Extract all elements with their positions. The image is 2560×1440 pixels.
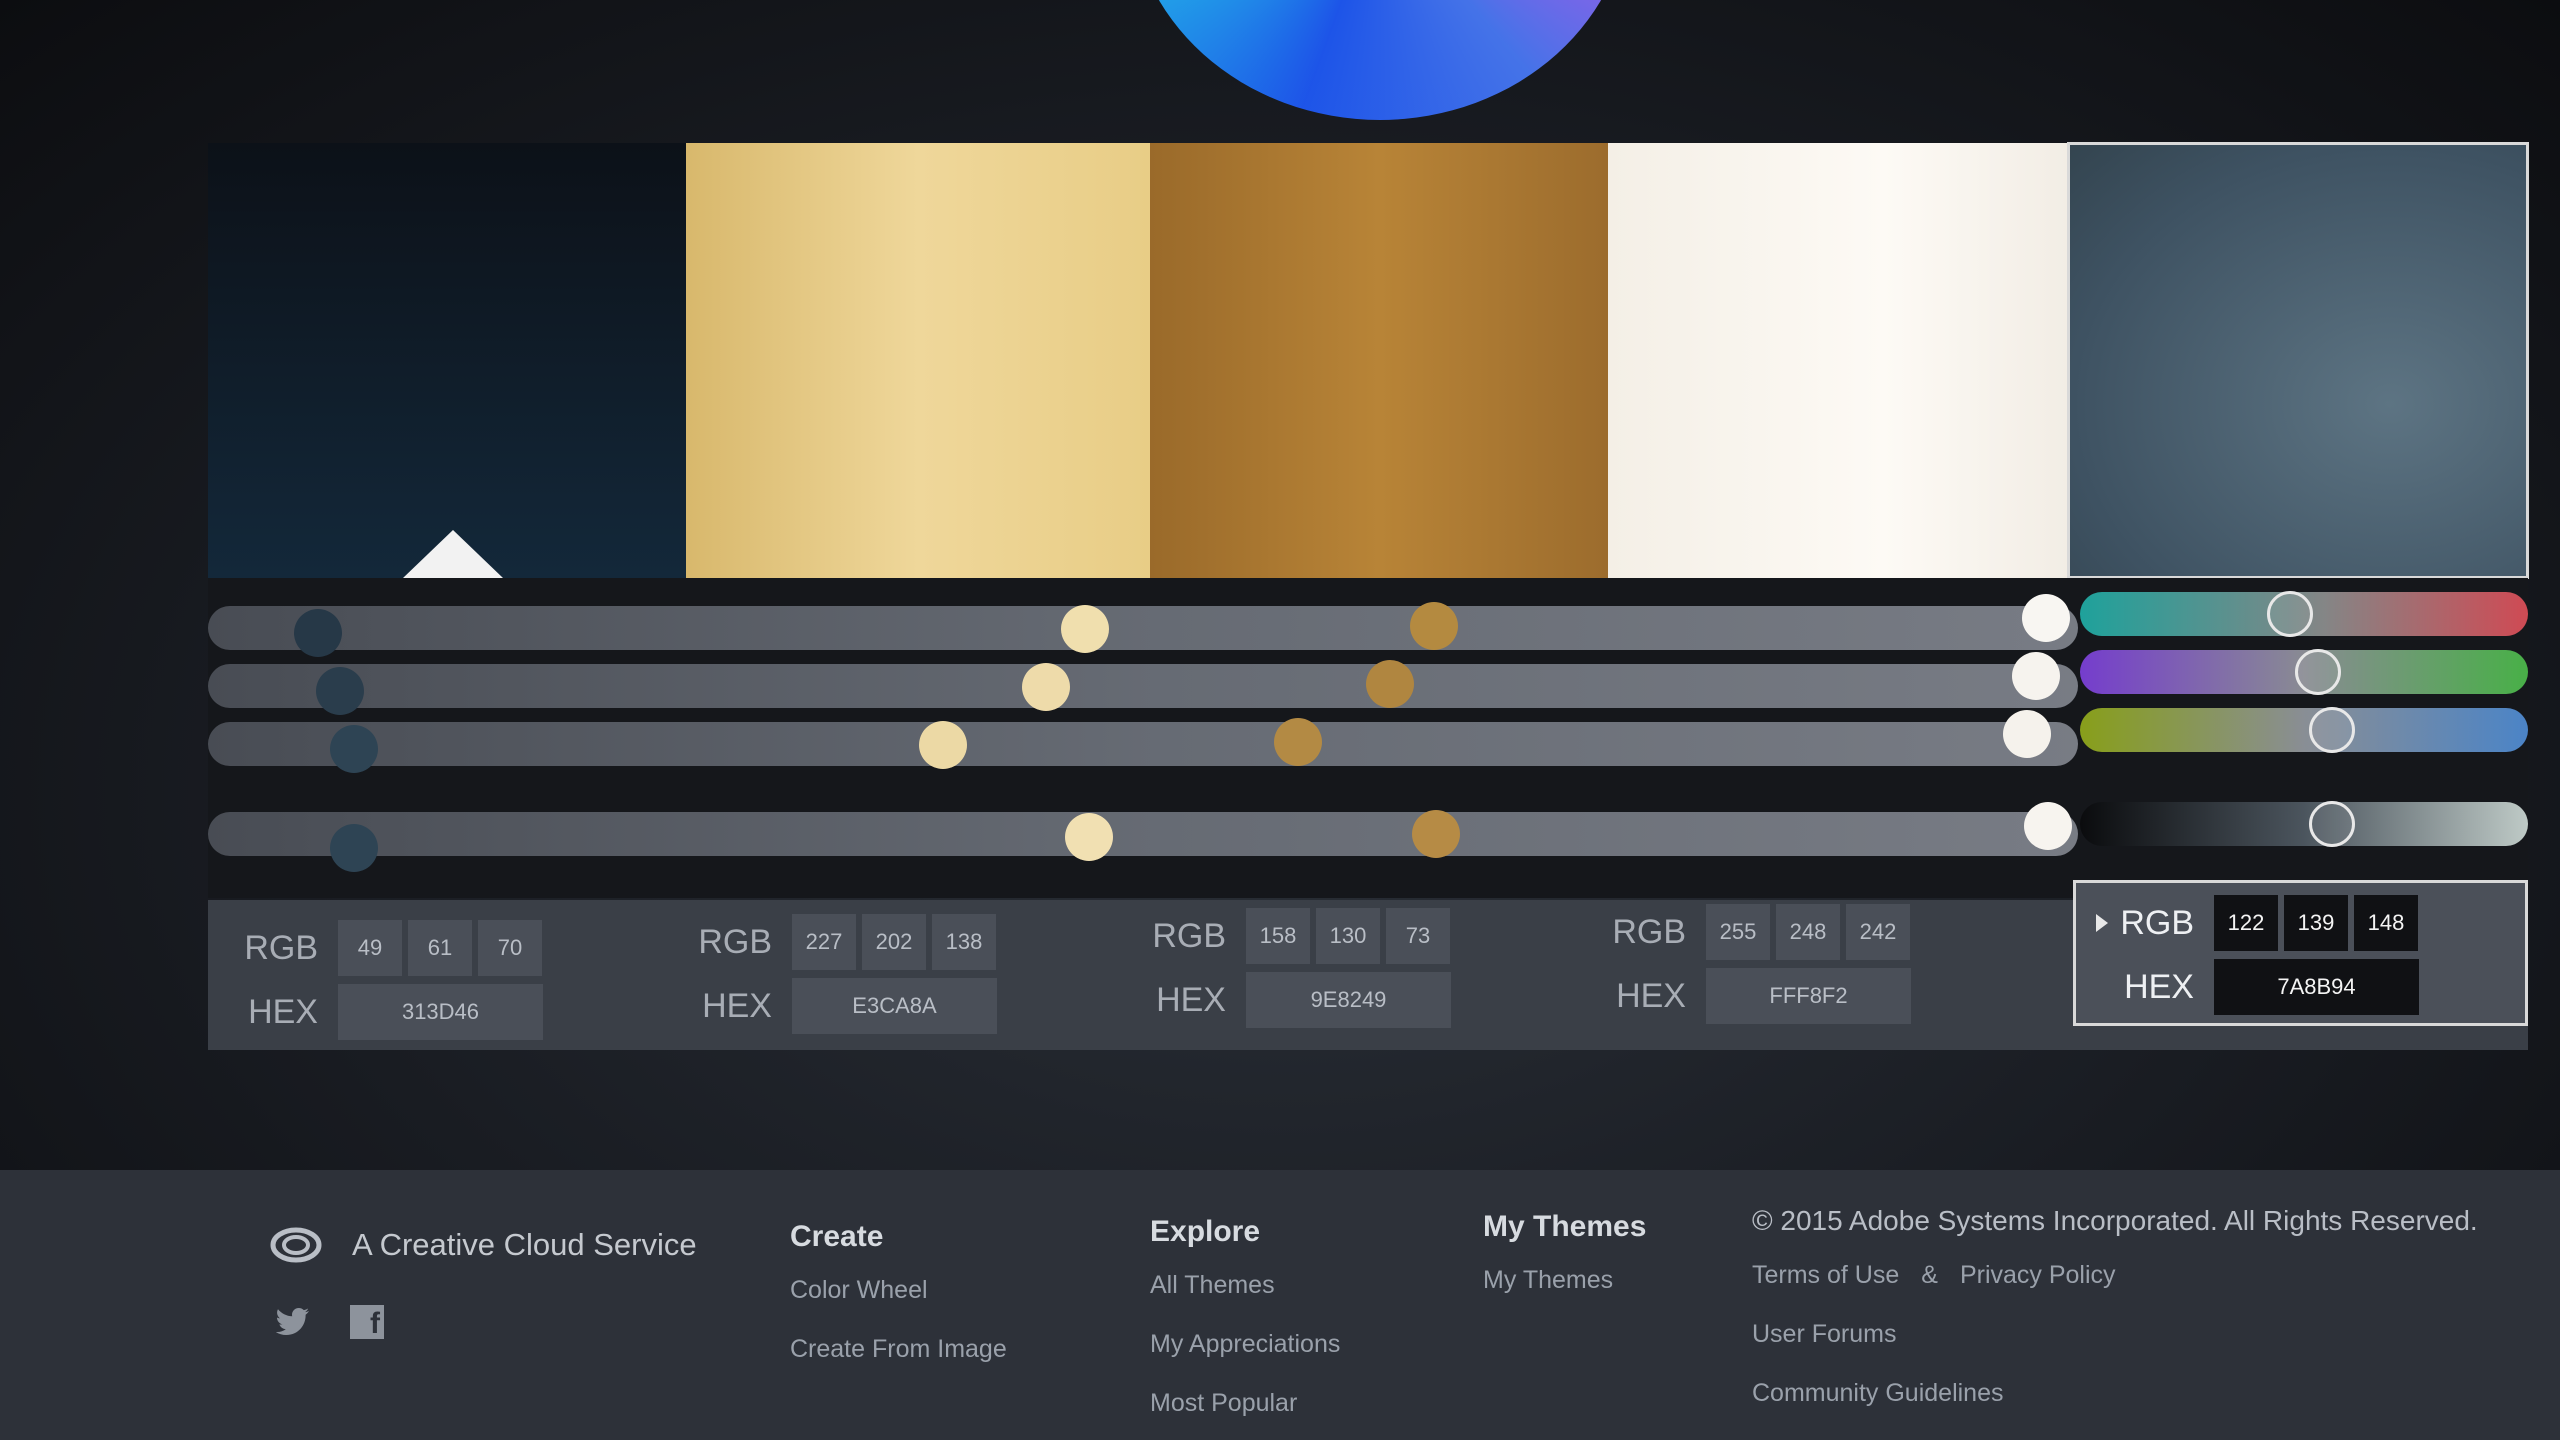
slider-track-b[interactable] (208, 722, 2078, 766)
link-terms-of-use[interactable]: Terms of Use (1752, 1261, 1899, 1290)
swatch-1[interactable] (208, 143, 686, 578)
footer-explore: Explore All Themes My Appreciations Most… (1150, 1215, 1340, 1440)
blue-value[interactable]: 148 (2354, 895, 2418, 951)
facebook-icon[interactable]: f (350, 1305, 384, 1339)
hex-label: HEX (2124, 967, 2194, 1006)
footer-create: Create Color Wheel Create From Image (790, 1220, 1007, 1394)
rgb-label: RGB (244, 928, 318, 967)
footer-mythemes: My Themes My Themes (1483, 1210, 1646, 1325)
rgb-label: RGB (698, 922, 772, 961)
hex-value[interactable]: 313D46 (338, 984, 543, 1040)
creative-cloud-service-text: A Creative Cloud Service (352, 1227, 697, 1262)
hex-value[interactable]: E3CA8A (792, 978, 997, 1034)
slider-handle[interactable] (1412, 810, 1460, 858)
hex-value[interactable]: FFF8F2 (1706, 968, 1911, 1024)
hex-label: HEX (1156, 980, 1226, 1019)
slider-handle[interactable] (919, 721, 967, 769)
color-sliders (208, 578, 2528, 898)
swatch-2-values: RGB 227 202 138 HEX E3CA8A (672, 900, 1142, 1050)
swatch-5-selected[interactable] (2067, 142, 2529, 579)
slider-blue-gradient[interactable] (2080, 708, 2528, 752)
red-value[interactable]: 158 (1246, 908, 1310, 964)
green-value[interactable]: 248 (1776, 904, 1840, 960)
green-value[interactable]: 61 (408, 920, 472, 976)
green-value[interactable]: 130 (1316, 908, 1380, 964)
red-value[interactable]: 255 (1706, 904, 1770, 960)
color-app: RGB 49 61 70 HEX 313D46 RGB 227 202 138 … (0, 0, 2560, 1440)
swatch-3-values: RGB 158 130 73 HEX 9E8249 (1136, 900, 1596, 1050)
slider-handle-selected[interactable] (2267, 591, 2313, 637)
palette (208, 142, 2529, 579)
slider-track-brightness[interactable] (208, 812, 2078, 856)
blue-value[interactable]: 73 (1386, 908, 1450, 964)
link-my-themes[interactable]: My Themes (1483, 1266, 1646, 1295)
explore-heading: Explore (1150, 1215, 1261, 1248)
blue-value[interactable]: 70 (478, 920, 542, 976)
slider-handle[interactable] (1274, 718, 1322, 766)
slider-handle[interactable] (330, 824, 378, 872)
slider-handle[interactable] (2003, 710, 2051, 758)
link-community-guidelines[interactable]: Community Guidelines (1752, 1379, 2478, 1408)
creative-cloud-icon[interactable] (270, 1225, 322, 1265)
swatch-2[interactable] (686, 143, 1150, 578)
base-color-marker-icon[interactable] (403, 530, 503, 578)
rgb-label: RGB (2120, 903, 2194, 942)
slider-handle[interactable] (1065, 813, 1113, 861)
slider-handle-selected[interactable] (2309, 707, 2355, 753)
slider-track-r[interactable] (208, 606, 2078, 650)
footer-brand: A Creative Cloud Service f (270, 1225, 697, 1339)
slider-handle[interactable] (294, 609, 342, 657)
swatch-5-values-selected: RGB 122 139 148 HEX 7A8B94 (2073, 880, 2528, 1026)
slider-handle[interactable] (1022, 663, 1070, 711)
slider-handle[interactable] (2022, 594, 2070, 642)
mythemes-heading: My Themes (1483, 1210, 1647, 1243)
slider-handle[interactable] (2012, 652, 2060, 700)
slider-handle[interactable] (1410, 602, 1458, 650)
twitter-icon[interactable] (276, 1308, 310, 1336)
ampersand: & (1921, 1261, 1938, 1289)
slider-brightness-gradient[interactable] (2080, 802, 2528, 846)
swatch-4-values: RGB 255 248 242 HEX FFF8F2 (1596, 900, 2056, 1050)
slider-handle-selected[interactable] (2295, 649, 2341, 695)
red-value[interactable]: 227 (792, 914, 856, 970)
hex-value[interactable]: 7A8B94 (2214, 959, 2419, 1015)
social-links: f (270, 1305, 697, 1339)
slider-handle-selected[interactable] (2309, 801, 2355, 847)
green-value[interactable]: 139 (2284, 895, 2348, 951)
link-color-wheel[interactable]: Color Wheel (790, 1276, 1007, 1305)
footer-legal: © 2015 Adobe Systems Incorporated. All R… (1752, 1205, 2478, 1438)
blue-value[interactable]: 242 (1846, 904, 1910, 960)
hex-label: HEX (248, 992, 318, 1031)
hex-value[interactable]: 9E8249 (1246, 972, 1451, 1028)
copyright-text: © 2015 Adobe Systems Incorporated. All R… (1752, 1205, 2478, 1236)
hex-label: HEX (702, 986, 772, 1025)
rgb-label: RGB (1152, 916, 1226, 955)
color-wheel[interactable] (1130, 0, 1630, 120)
red-value[interactable]: 122 (2214, 895, 2278, 951)
swatch-3[interactable] (1150, 143, 1608, 578)
link-user-forums[interactable]: User Forums (1752, 1320, 2478, 1349)
legal-links: Terms of Use & Privacy Policy (1752, 1261, 2478, 1320)
slider-handle[interactable] (1061, 605, 1109, 653)
slider-handle[interactable] (1366, 660, 1414, 708)
link-privacy-policy[interactable]: Privacy Policy (1960, 1261, 2116, 1290)
hex-label: HEX (1616, 976, 1686, 1015)
slider-handle[interactable] (330, 725, 378, 773)
link-most-popular[interactable]: Most Popular (1150, 1389, 1340, 1418)
link-all-themes[interactable]: All Themes (1150, 1271, 1340, 1300)
link-create-from-image[interactable]: Create From Image (790, 1335, 1007, 1364)
link-my-appreciations[interactable]: My Appreciations (1150, 1330, 1340, 1359)
red-value[interactable]: 49 (338, 920, 402, 976)
slider-handle[interactable] (316, 667, 364, 715)
blue-value[interactable]: 138 (932, 914, 996, 970)
color-values-panel: RGB 49 61 70 HEX 313D46 RGB 227 202 138 … (208, 880, 2528, 1050)
swatch-4[interactable] (1608, 143, 2068, 578)
footer: A Creative Cloud Service f Create Color … (0, 1170, 2560, 1440)
green-value[interactable]: 202 (862, 914, 926, 970)
create-heading: Create (790, 1220, 884, 1253)
slider-track-g[interactable] (208, 664, 2078, 708)
swatch-1-values: RGB 49 61 70 HEX 313D46 (208, 900, 678, 1050)
rgb-label: RGB (1612, 912, 1686, 951)
slider-handle[interactable] (2024, 802, 2072, 850)
